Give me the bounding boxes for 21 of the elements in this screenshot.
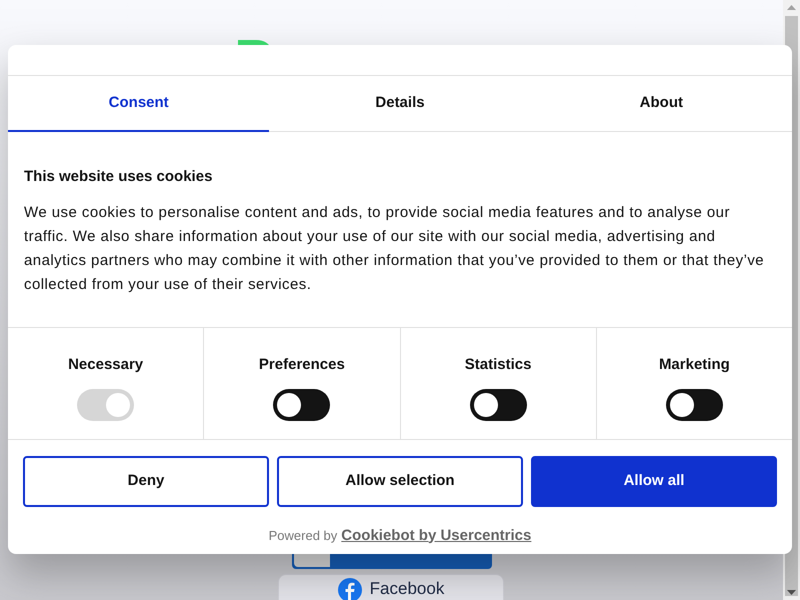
cookie-description: We use cookies to personalise content and ads, to provide social media features and to analyse our traffic. We also share information about your use of our site with our social media, advertising and analytics partners who may combine it with other information that you’ve provided to them or that they’ve collected from your use of their services. xyxy=(24,202,766,294)
facebook-label: Facebook xyxy=(370,578,444,600)
scroll-down-icon[interactable] xyxy=(787,590,796,595)
category-label: Preferences xyxy=(258,354,345,374)
toggle-switch[interactable] xyxy=(666,389,723,421)
facebook-button[interactable]: Facebook xyxy=(278,574,504,600)
tab[interactable]: Consent xyxy=(8,76,270,132)
toggle-switch[interactable] xyxy=(273,389,330,421)
dialog-heading: This website uses cookies xyxy=(24,167,214,187)
toggle-switch[interactable] xyxy=(470,389,527,421)
consent-button[interactable]: Allow all xyxy=(531,456,777,506)
tab[interactable]: Details xyxy=(269,76,531,131)
category-label: Necessary xyxy=(68,354,144,374)
tab[interactable]: About xyxy=(530,76,792,131)
consent-button[interactable]: Allow selection xyxy=(277,456,523,506)
cookiebot-link[interactable]: Cookiebot by Usercentrics xyxy=(341,524,532,547)
category-label: Marketing xyxy=(658,354,730,374)
category-label: Statistics xyxy=(464,354,532,374)
facebook-icon xyxy=(338,578,362,600)
consent-button[interactable]: Deny xyxy=(23,456,269,506)
powered-by-text: Powered by xyxy=(268,526,338,545)
